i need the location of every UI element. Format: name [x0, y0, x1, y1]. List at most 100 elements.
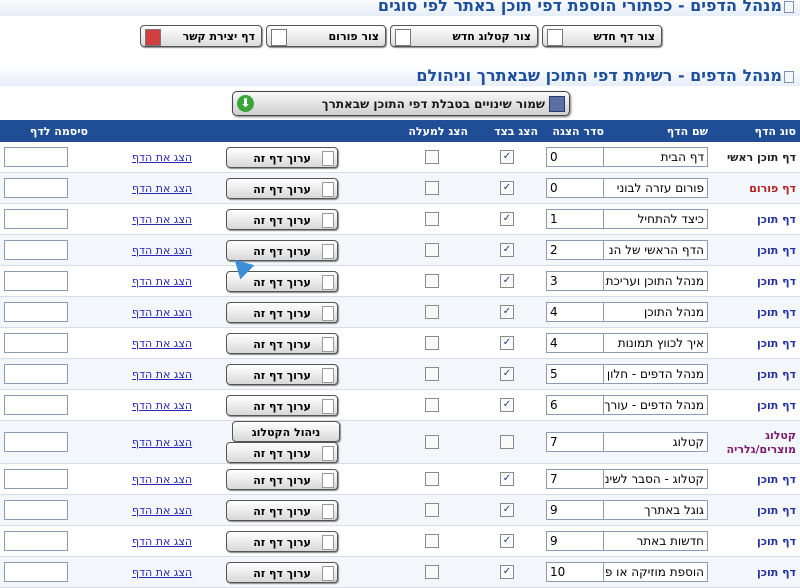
show-side-checkbox[interactable]: ✓ [500, 243, 514, 258]
show-top-checkbox[interactable] [425, 503, 439, 518]
edit-page-button[interactable]: ערוך דף זה [226, 208, 338, 230]
order-input[interactable]: 2 [546, 240, 604, 260]
show-page-link[interactable]: הצג את הדף [132, 337, 192, 350]
edit-page-button[interactable]: ערוך דף זה [226, 468, 338, 490]
page-password-input[interactable] [4, 209, 68, 229]
show-page-link[interactable]: הצג את הדף [132, 436, 192, 449]
show-page-link[interactable]: הצג את הדף [132, 535, 192, 548]
show-top-checkbox[interactable] [425, 565, 439, 580]
page-password-input[interactable] [4, 531, 68, 551]
page-name-input[interactable]: מנהל הדפים - עורך [598, 395, 708, 415]
order-input[interactable]: 9 [546, 531, 604, 551]
show-page-link[interactable]: הצג את הדף [132, 182, 192, 195]
show-page-link[interactable]: הצג את הדף [132, 566, 192, 579]
order-input[interactable]: 4 [546, 302, 604, 322]
page-password-input[interactable] [4, 562, 68, 582]
show-top-checkbox[interactable] [425, 367, 439, 382]
page-password-input[interactable] [4, 500, 68, 520]
show-top-checkbox[interactable] [425, 243, 439, 258]
show-top-checkbox[interactable] [425, 150, 439, 165]
edit-page-button[interactable]: ערוך דף זה [226, 146, 338, 168]
edit-page-button[interactable]: ערוך דף זה [226, 499, 338, 521]
show-top-checkbox[interactable] [425, 212, 439, 227]
page-password-input[interactable] [4, 364, 68, 384]
page-name-input[interactable]: דף הבית [598, 147, 708, 167]
page-password-input[interactable] [4, 432, 68, 452]
page-name-input[interactable]: איך לכווץ תמונות [598, 333, 708, 353]
order-input[interactable]: 10 [546, 562, 604, 582]
show-top-checkbox[interactable] [425, 472, 439, 487]
show-top-checkbox[interactable] [425, 534, 439, 549]
page-name-input[interactable]: הוספת מוזיקה או פ [598, 562, 708, 582]
show-page-link[interactable]: הצג את הדף [132, 151, 192, 164]
order-input[interactable]: 1 [546, 209, 604, 229]
create-forum-button[interactable]: צור פורום [266, 25, 386, 47]
order-input[interactable]: 9 [546, 500, 604, 520]
page-password-input[interactable] [4, 178, 68, 198]
contact-page-button[interactable]: דף יצירת קשר [140, 25, 262, 47]
edit-page-button[interactable]: ערוך דף זה [226, 363, 338, 385]
show-top-checkbox[interactable] [425, 181, 439, 196]
page-name-input[interactable]: הדף הראשי של הנ [598, 240, 708, 260]
edit-page-button[interactable]: ערוך דף זה [226, 394, 338, 416]
page-name-input[interactable]: קטלוג - הסבר לשינ [598, 469, 708, 489]
edit-page-button[interactable]: ערוך דף זה [226, 301, 338, 323]
show-side-checkbox[interactable]: ✓ [500, 565, 514, 580]
show-page-link[interactable]: הצג את הדף [132, 368, 192, 381]
save-changes-button[interactable]: שמור שינויים בטבלת דפי התוכן שבאתרך ⬇ [232, 91, 570, 116]
page-password-input[interactable] [4, 240, 68, 260]
create-catalog-button[interactable]: צור קטלוג חדש [390, 25, 538, 47]
show-page-link[interactable]: הצג את הדף [132, 473, 192, 486]
show-side-checkbox[interactable]: ✓ [500, 212, 514, 227]
show-page-link[interactable]: הצג את הדף [132, 213, 192, 226]
order-input[interactable]: 4 [546, 333, 604, 353]
page-name-input[interactable]: מנהל התוכן ועריכת [598, 271, 708, 291]
show-side-checkbox[interactable] [500, 435, 514, 450]
show-side-checkbox[interactable]: ✓ [500, 181, 514, 196]
page-password-input[interactable] [4, 395, 68, 415]
page-name-input[interactable]: מנהל הדפים - חלון [598, 364, 708, 384]
show-side-checkbox[interactable]: ✓ [500, 150, 514, 165]
page-password-input[interactable] [4, 469, 68, 489]
show-side-checkbox[interactable]: ✓ [500, 398, 514, 413]
edit-page-button[interactable]: ערוך דף זה [226, 530, 338, 552]
show-side-checkbox[interactable]: ✓ [500, 274, 514, 289]
page-name-input[interactable]: גוגל באתרך [598, 500, 708, 520]
show-side-checkbox[interactable]: ✓ [500, 534, 514, 549]
show-page-link[interactable]: הצג את הדף [132, 244, 192, 257]
show-side-checkbox[interactable]: ✓ [500, 336, 514, 351]
page-name-input[interactable]: כיצד להתחיל [598, 209, 708, 229]
show-top-checkbox[interactable] [425, 305, 439, 320]
show-side-checkbox[interactable]: ✓ [500, 367, 514, 382]
show-top-checkbox[interactable] [425, 274, 439, 289]
page-password-input[interactable] [4, 147, 68, 167]
edit-page-button[interactable]: ערוך דף זה [226, 561, 338, 583]
edit-page-button[interactable]: ערוך דף זה [226, 177, 338, 199]
order-input[interactable]: 0 [546, 178, 604, 198]
show-page-link[interactable]: הצג את הדף [132, 399, 192, 412]
show-page-link[interactable]: הצג את הדף [132, 275, 192, 288]
show-top-checkbox[interactable] [425, 398, 439, 413]
show-top-checkbox[interactable] [425, 435, 439, 450]
order-input[interactable]: 6 [546, 395, 604, 415]
edit-page-button[interactable]: ערוך דף זה [226, 442, 338, 463]
page-password-input[interactable] [4, 271, 68, 291]
edit-page-button[interactable]: ערוך דף זה [226, 332, 338, 354]
order-input[interactable]: 0 [546, 147, 604, 167]
order-input[interactable]: 5 [546, 364, 604, 384]
order-input[interactable]: 7 [546, 469, 604, 489]
manage-catalog-button[interactable]: ניהול הקטלוג [232, 421, 340, 442]
show-side-checkbox[interactable]: ✓ [500, 472, 514, 487]
page-password-input[interactable] [4, 302, 68, 322]
show-side-checkbox[interactable]: ✓ [500, 503, 514, 518]
show-side-checkbox[interactable]: ✓ [500, 305, 514, 320]
show-page-link[interactable]: הצג את הדף [132, 504, 192, 517]
order-input[interactable]: 7 [546, 432, 604, 452]
show-top-checkbox[interactable] [425, 336, 439, 351]
order-input[interactable]: 3 [546, 271, 604, 291]
show-page-link[interactable]: הצג את הדף [132, 306, 192, 319]
page-name-input[interactable]: מנהל התוכן [598, 302, 708, 322]
page-name-input[interactable]: קטלוג [598, 432, 708, 452]
create-page-button[interactable]: צור דף חדש [542, 25, 662, 47]
page-password-input[interactable] [4, 333, 68, 353]
